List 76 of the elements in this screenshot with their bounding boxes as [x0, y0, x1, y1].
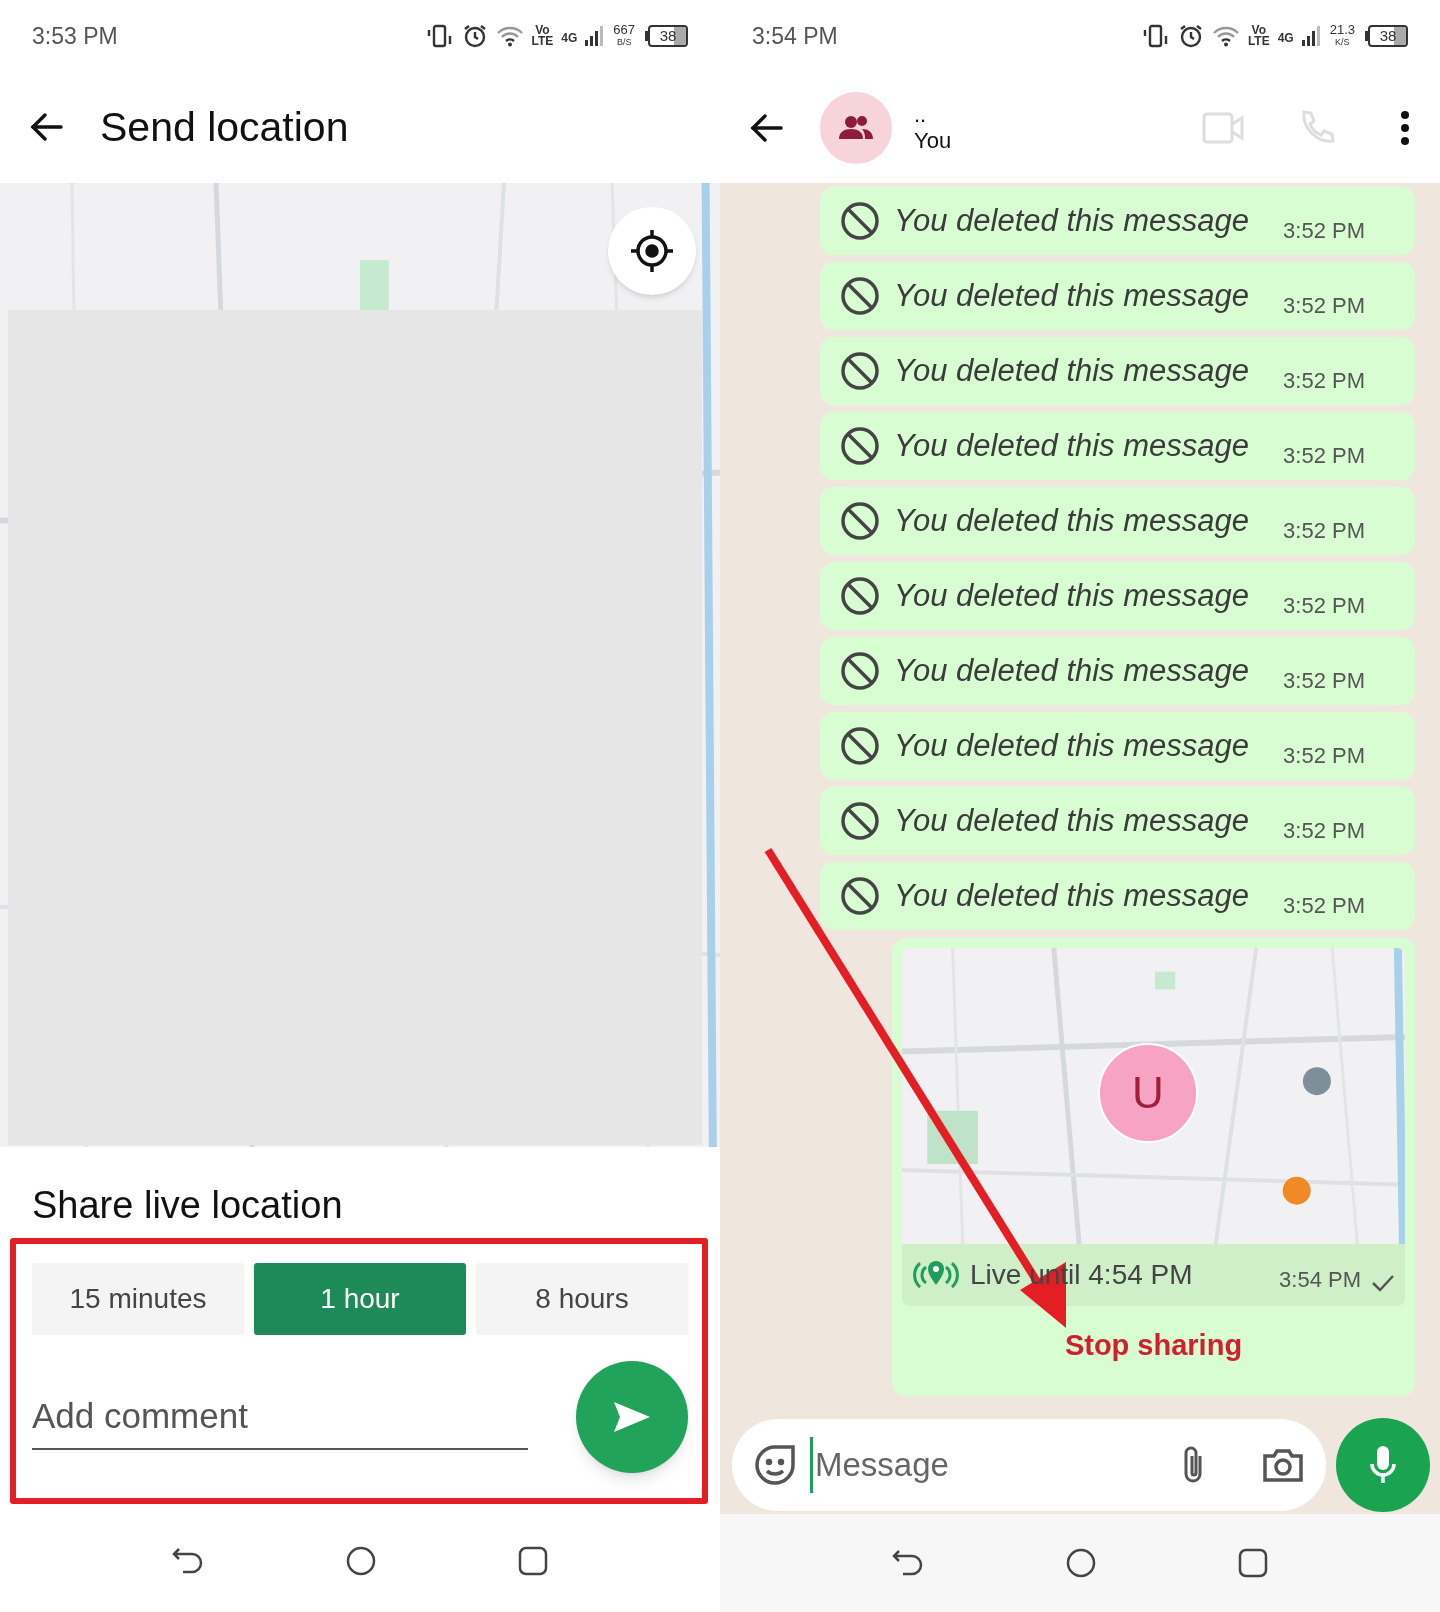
message-text: You deleted this message	[894, 276, 1251, 315]
status-time: 3:53 PM	[32, 21, 118, 51]
message-text: You deleted this message	[894, 801, 1251, 840]
blocked-icon	[840, 876, 880, 916]
blocked-icon	[840, 201, 880, 241]
blocked-icon	[840, 501, 880, 541]
blocked-icon	[840, 426, 880, 466]
back-arrow-icon[interactable]	[750, 112, 784, 143]
home-nav-icon[interactable]	[345, 1545, 377, 1578]
signal-icon	[585, 24, 606, 47]
blocked-icon	[840, 726, 880, 766]
speed-unit: B/S	[616, 35, 632, 48]
speed-value: 21.3	[1329, 24, 1355, 36]
speed-unit: K/S	[1335, 36, 1350, 48]
recents-nav-icon[interactable]	[517, 1545, 549, 1578]
message-time: 3:54 PM	[1279, 1266, 1361, 1294]
volte-label: Vo	[1251, 25, 1266, 36]
wifi-icon	[495, 24, 524, 47]
blocked-icon	[840, 351, 880, 391]
message-bar[interactable]: Message	[732, 1419, 1326, 1511]
message-text: You deleted this message	[894, 201, 1251, 240]
more-options-icon[interactable]	[1400, 110, 1410, 145]
message-time: 3:52 PM	[1283, 667, 1365, 695]
speed-value: 667	[613, 23, 635, 36]
message-time: 3:52 PM	[1283, 742, 1365, 770]
home-nav-icon[interactable]	[1065, 1547, 1097, 1579]
message-time: 3:52 PM	[1283, 817, 1365, 845]
message-text: You deleted this message	[894, 426, 1251, 465]
message-time: 3:52 PM	[1283, 892, 1365, 920]
status-time: 3:54 PM	[752, 21, 838, 51]
blocked-icon	[840, 801, 880, 841]
message-field[interactable]: Message	[810, 1437, 1164, 1493]
blocked-icon	[840, 651, 880, 691]
message-time: 3:52 PM	[1283, 517, 1365, 545]
message-text: You deleted this message	[894, 726, 1251, 765]
blocked-icon	[840, 276, 880, 316]
battery-level: 38	[659, 26, 677, 45]
sent-check-icon	[1371, 1274, 1395, 1292]
volte-label: LTE	[1247, 36, 1270, 47]
people-icon	[839, 114, 873, 141]
message-text: You deleted this message	[894, 501, 1251, 540]
vibrate-icon	[425, 23, 454, 48]
blocked-icon	[840, 576, 880, 616]
volte-label: LTE	[531, 35, 554, 47]
message-time: 3:52 PM	[1283, 367, 1365, 395]
message-text: You deleted this message	[894, 351, 1251, 390]
camera-icon[interactable]	[1262, 1447, 1304, 1483]
sheet-title: Share live location	[32, 1182, 344, 1228]
message-time: 3:52 PM	[1283, 442, 1365, 470]
message-text: You deleted this message	[894, 576, 1251, 615]
message-text: You deleted this message	[894, 651, 1251, 690]
sticker-icon[interactable]	[754, 1444, 796, 1486]
screen-title: Send location	[100, 102, 349, 152]
duration-option[interactable]: 15 minutes	[32, 1262, 244, 1335]
live-location-icon	[912, 1259, 960, 1291]
wifi-icon	[1211, 25, 1240, 47]
battery-level: 38	[1379, 27, 1397, 45]
recents-nav-icon[interactable]	[1237, 1547, 1269, 1579]
volte-label: Vo	[535, 24, 550, 36]
network-label: 4G	[1277, 30, 1294, 47]
vibrate-icon	[1141, 24, 1170, 48]
microphone-icon	[1368, 1444, 1398, 1486]
message-text: You deleted this message	[894, 876, 1251, 915]
chat-name: ..	[914, 101, 928, 128]
send-icon	[612, 1399, 652, 1434]
message-time: 3:52 PM	[1283, 217, 1365, 245]
duration-option[interactable]: 8 hours	[476, 1262, 688, 1335]
network-label: 4G	[561, 29, 578, 47]
duration-option[interactable]: 1 hour	[254, 1262, 466, 1335]
chat-subtitle: You	[914, 127, 952, 154]
message-time: 3:52 PM	[1283, 292, 1365, 320]
message-time: 3:52 PM	[1283, 592, 1365, 620]
comment-field[interactable]: Add comment	[32, 1383, 528, 1450]
locate-icon	[629, 227, 675, 274]
signal-icon	[1301, 25, 1322, 47]
stop-sharing-link[interactable]: Stop sharing	[1064, 1324, 1243, 1368]
